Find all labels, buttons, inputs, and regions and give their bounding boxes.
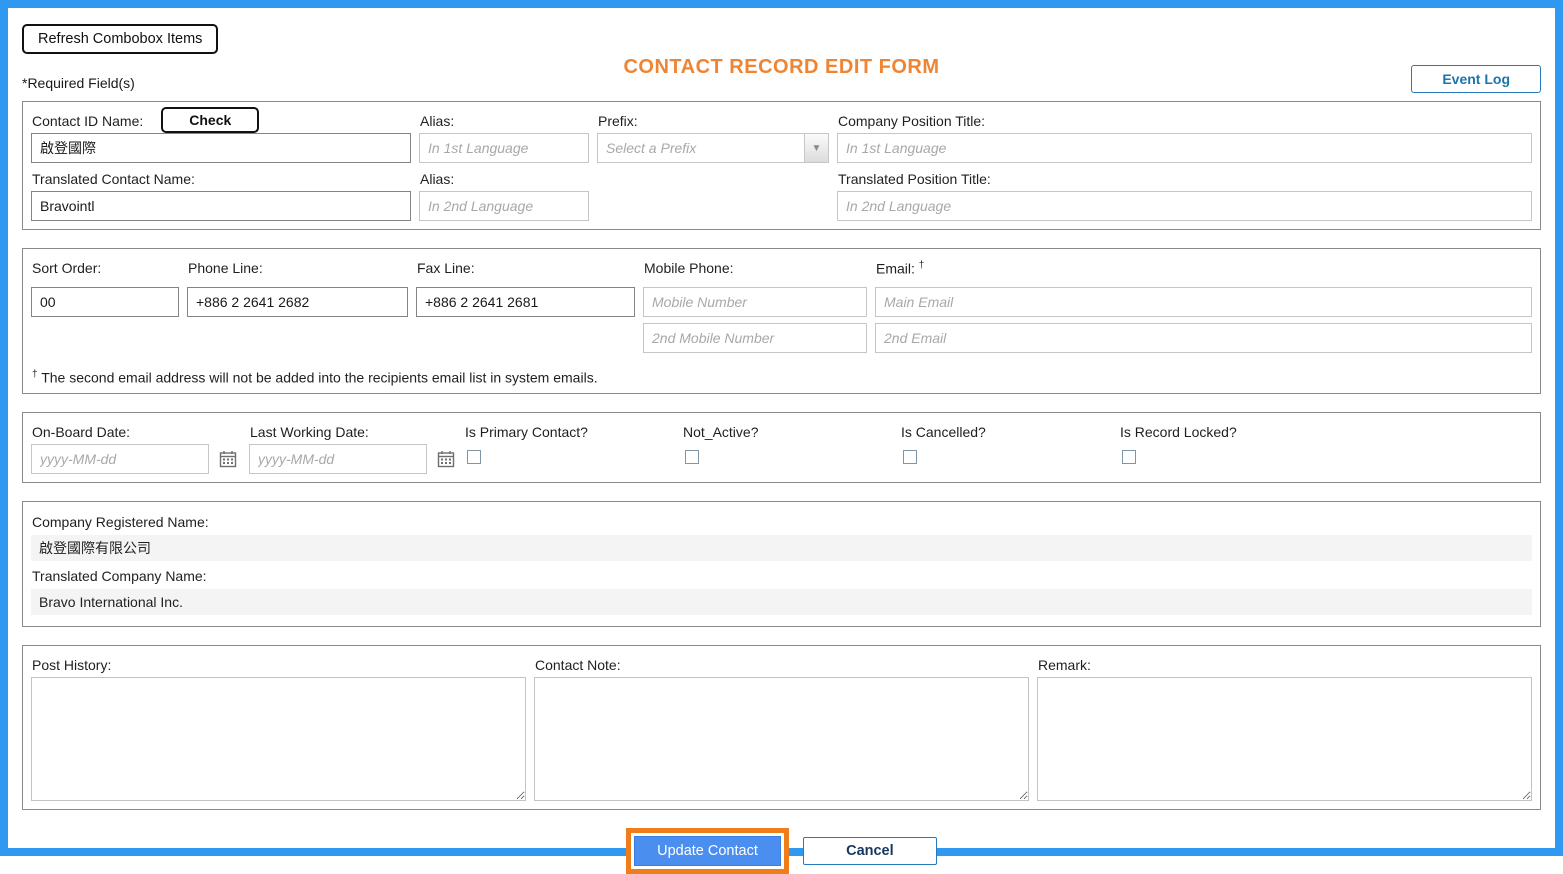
is-primary-contact-label: Is Primary Contact?	[464, 421, 682, 444]
is-record-locked-checkbox[interactable]	[1122, 450, 1136, 464]
cancel-button[interactable]: Cancel	[803, 837, 937, 865]
is-record-locked-label: Is Record Locked?	[1119, 421, 1532, 444]
chevron-down-icon[interactable]: ▼	[804, 134, 828, 162]
second-email-input[interactable]	[875, 323, 1532, 353]
contact-edit-form-page: Refresh Combobox Items CONTACT RECORD ED…	[8, 8, 1555, 874]
update-contact-button[interactable]: Update Contact	[634, 836, 781, 866]
prefix-combobox[interactable]: Select a Prefix ▼	[597, 133, 829, 163]
dagger-mark: †	[919, 260, 925, 271]
status-section: On-Board Date:	[22, 412, 1541, 483]
company-section: Company Registered Name: 啟登國際有限公司 Transl…	[22, 501, 1541, 627]
calendar-icon[interactable]	[219, 450, 237, 468]
mobile-phone-input[interactable]	[643, 287, 867, 317]
dagger-mark: †	[32, 369, 38, 380]
contact-id-input[interactable]	[31, 133, 411, 163]
prefix-selected-value: Select a Prefix	[598, 134, 804, 162]
company-registered-name-label: Company Registered Name:	[31, 510, 1532, 534]
fax-line-label: Fax Line:	[416, 257, 635, 281]
company-position-label: Company Position Title:	[837, 110, 1532, 133]
refresh-combobox-button[interactable]: Refresh Combobox Items	[22, 24, 218, 54]
alias2-label: Alias:	[419, 163, 589, 191]
event-log-button[interactable]: Event Log	[1411, 65, 1541, 93]
prefix-label: Prefix:	[597, 110, 829, 133]
is-cancelled-checkbox[interactable]	[903, 450, 917, 464]
sort-order-input[interactable]	[31, 287, 179, 317]
sort-order-label: Sort Order:	[31, 257, 179, 281]
remark-textarea[interactable]	[1037, 677, 1532, 801]
not-active-checkbox[interactable]	[685, 450, 699, 464]
alias1-label: Alias:	[419, 110, 589, 133]
email-footnote: † The second email address will not be a…	[31, 369, 1532, 386]
translated-company-name-label: Translated Company Name:	[31, 564, 1532, 588]
required-fields-note: *Required Field(s)	[22, 75, 135, 93]
fax-line-input[interactable]	[416, 287, 635, 317]
last-working-date-input[interactable]	[249, 444, 427, 474]
phone-line-input[interactable]	[187, 287, 408, 317]
is-cancelled-label: Is Cancelled?	[900, 421, 1119, 444]
calendar-icon[interactable]	[437, 450, 455, 468]
translated-position-label: Translated Position Title:	[837, 163, 1532, 191]
onboard-date-input[interactable]	[31, 444, 209, 474]
remark-label: Remark:	[1037, 654, 1532, 677]
onboard-date-label: On-Board Date:	[31, 421, 249, 444]
phone-line-label: Phone Line:	[187, 257, 408, 281]
post-history-label: Post History:	[31, 654, 526, 677]
alias1-input[interactable]	[419, 133, 589, 163]
is-primary-contact-checkbox[interactable]	[467, 450, 481, 464]
translated-position-input[interactable]	[837, 191, 1532, 221]
main-email-input[interactable]	[875, 287, 1532, 317]
notes-section: Post History: Contact Note: Remark:	[22, 645, 1541, 810]
update-contact-highlight: Update Contact	[626, 828, 789, 874]
translated-company-name-value: Bravo International Inc.	[31, 589, 1532, 615]
footer-actions: Update Contact Cancel	[14, 828, 1549, 874]
translated-name-input[interactable]	[31, 191, 411, 221]
alias2-input[interactable]	[419, 191, 589, 221]
company-position-input[interactable]	[837, 133, 1532, 163]
identity-section: Contact ID Name: Check Alias: Prefix: Co…	[22, 101, 1541, 230]
mobile-phone-label: Mobile Phone:	[643, 257, 867, 281]
contact-numbers-section: Sort Order: Phone Line: Fax Line: Mobile…	[22, 248, 1541, 394]
contact-id-label: Contact ID Name:	[31, 110, 145, 133]
post-history-textarea[interactable]	[31, 677, 526, 801]
translated-name-label: Translated Contact Name:	[31, 163, 411, 191]
check-button[interactable]: Check	[161, 107, 259, 133]
page-title: CONTACT RECORD EDIT FORM	[623, 56, 939, 79]
email-label: Email: †	[875, 257, 1532, 281]
not-active-label: Not_Active?	[682, 421, 900, 444]
contact-note-textarea[interactable]	[534, 677, 1029, 801]
contact-note-label: Contact Note:	[534, 654, 1029, 677]
second-mobile-input[interactable]	[643, 323, 867, 353]
last-working-date-label: Last Working Date:	[249, 421, 464, 444]
company-registered-name-value: 啟登國際有限公司	[31, 535, 1532, 561]
